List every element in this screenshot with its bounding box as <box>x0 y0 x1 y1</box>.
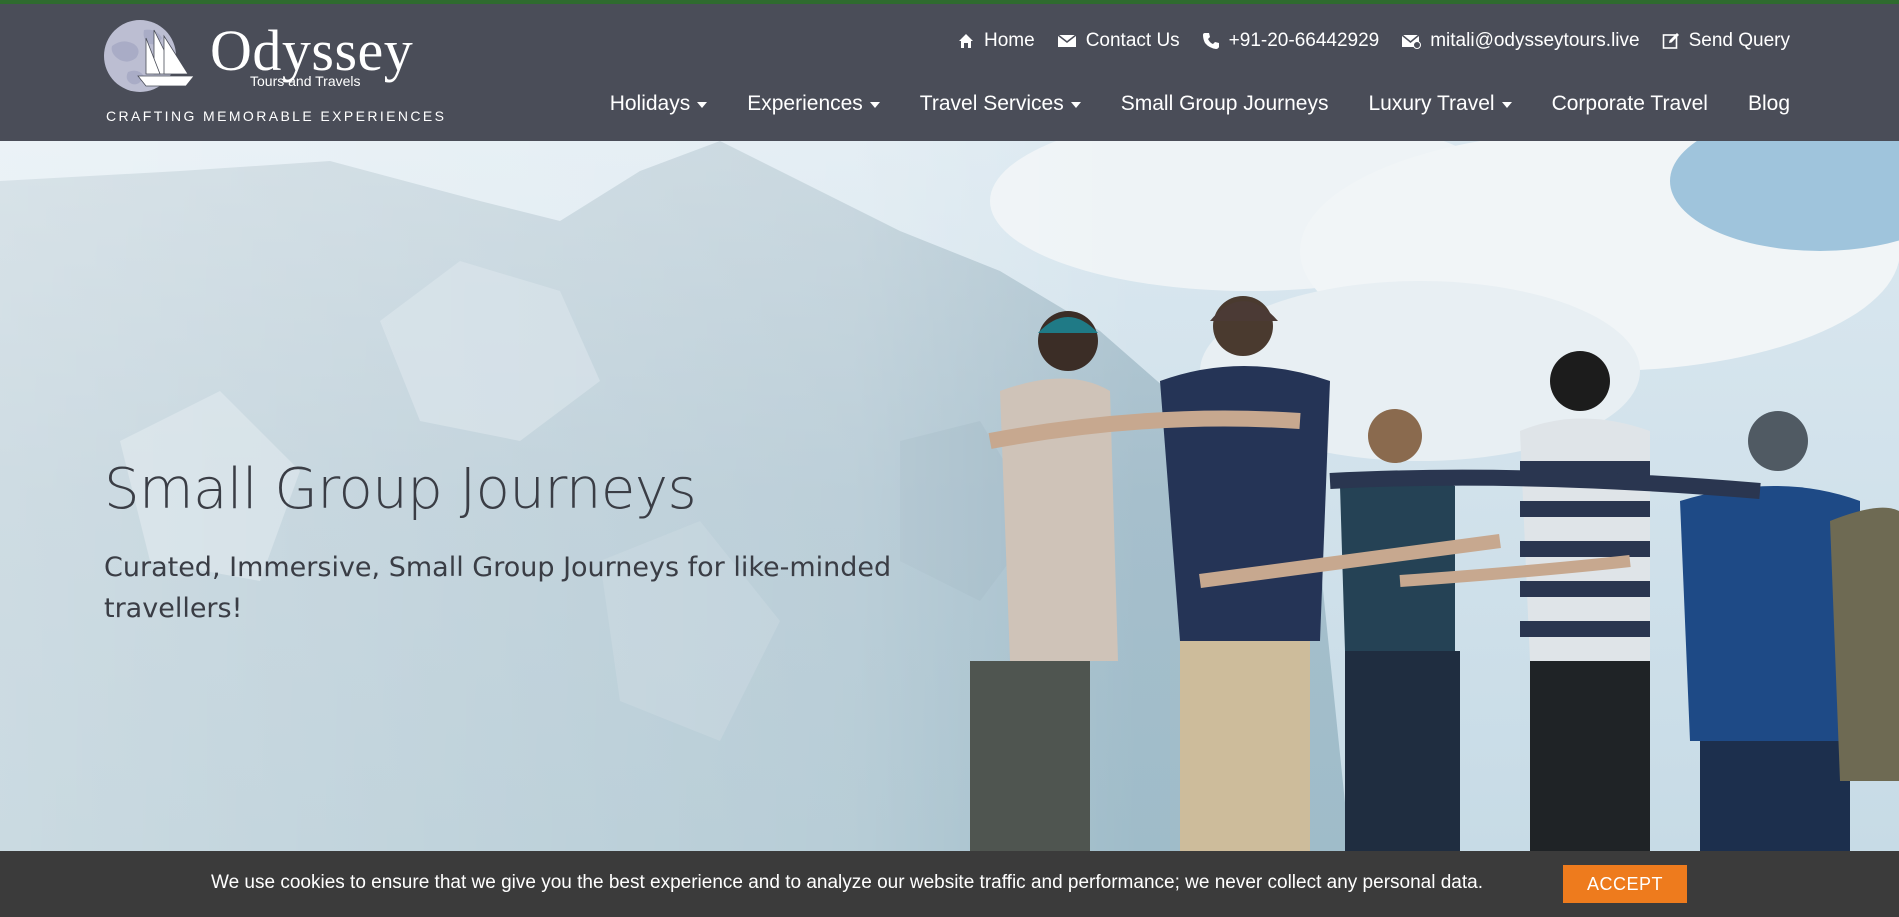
util-email-link[interactable]: mitali@odysseytours.live <box>1401 30 1640 52</box>
util-phone-label: +91-20-66442929 <box>1228 30 1380 51</box>
nav-travel-services-label: Travel Services <box>919 92 1064 115</box>
nav-experiences-label: Experiences <box>747 92 863 115</box>
cookie-message: We use cookies to ensure that we give yo… <box>211 872 1483 893</box>
cookie-consent-bar: We use cookies to ensure that we give yo… <box>0 851 1899 917</box>
util-contact-link[interactable]: Contact Us <box>1057 30 1180 52</box>
nav-luxury-travel[interactable]: Luxury Travel <box>1369 92 1512 116</box>
logo-wordmark: Odyssey <box>210 18 414 83</box>
caret-down-icon <box>1501 102 1512 108</box>
nav-small-group-journeys-label: Small Group Journeys <box>1120 92 1329 115</box>
util-home-label: Home <box>984 30 1035 51</box>
edit-icon <box>1662 33 1679 49</box>
nav-blog-label: Blog <box>1747 92 1790 115</box>
nav-corporate-travel[interactable]: Corporate Travel <box>1552 92 1708 116</box>
logo-subtitle: Tours and Travels <box>250 73 361 89</box>
utility-nav: Home Contact Us +91-20-66442929 mitali@o… <box>957 30 1790 52</box>
util-phone-link[interactable]: +91-20-66442929 <box>1202 30 1380 52</box>
util-email-label: mitali@odysseytours.live <box>1430 30 1640 51</box>
hero-title: Small Group Journeys <box>104 457 697 522</box>
nav-blog[interactable]: Blog <box>1748 92 1790 116</box>
phone-icon <box>1202 33 1219 49</box>
nav-small-group-journeys[interactable]: Small Group Journeys <box>1121 92 1329 116</box>
hero-text-block: Small Group Journeys Curated, Immersive,… <box>104 459 924 630</box>
nav-corporate-travel-label: Corporate Travel <box>1551 92 1708 115</box>
caret-down-icon <box>1070 102 1081 108</box>
globe-ship-logo-icon <box>104 20 195 92</box>
util-send-query-label: Send Query <box>1688 30 1790 51</box>
caret-down-icon <box>697 102 708 108</box>
email-icon <box>1401 34 1422 49</box>
envelope-icon <box>1057 34 1077 47</box>
nav-travel-services[interactable]: Travel Services <box>920 92 1081 116</box>
site-header: Odyssey Tours and Travels CRAFTING MEMOR… <box>0 4 1899 141</box>
util-send-query-link[interactable]: Send Query <box>1662 30 1790 52</box>
home-icon <box>959 34 973 48</box>
nav-experiences[interactable]: Experiences <box>747 92 880 116</box>
site-logo[interactable]: Odyssey Tours and Travels CRAFTING MEMOR… <box>98 16 444 128</box>
nav-holidays[interactable]: Holidays <box>610 92 708 116</box>
hero-banner: Small Group Journeys Curated, Immersive,… <box>0 141 1899 851</box>
nav-holidays-label: Holidays <box>609 92 691 115</box>
util-home-link[interactable]: Home <box>957 30 1035 52</box>
caret-down-icon <box>869 102 880 108</box>
main-nav: Holidays Experiences Travel Services Sma… <box>610 92 1790 116</box>
logo-tagline: CRAFTING MEMORABLE EXPERIENCES <box>106 108 447 124</box>
hero-subtitle: Curated, Immersive, Small Group Journeys… <box>104 551 892 625</box>
nav-luxury-travel-label: Luxury Travel <box>1368 92 1495 115</box>
accept-cookies-button[interactable]: ACCEPT <box>1563 865 1687 903</box>
util-contact-label: Contact Us <box>1085 30 1180 51</box>
